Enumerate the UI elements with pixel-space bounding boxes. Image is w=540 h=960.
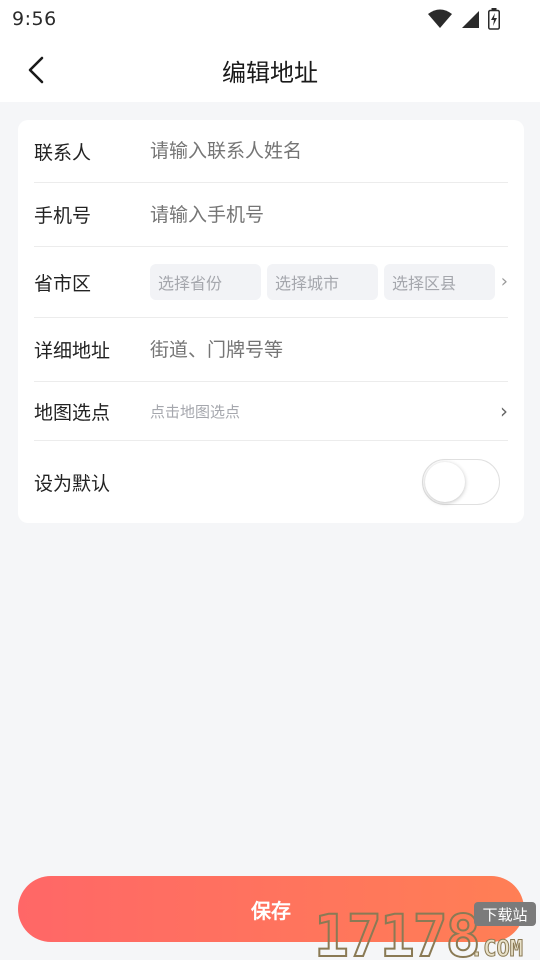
map-row[interactable]: 地图选点 点击地图选点 › [34, 382, 508, 441]
map-picker-placeholder[interactable]: 点击地图选点 [150, 401, 508, 422]
default-label: 设为默认 [34, 472, 111, 495]
address-form-card: 联系人 手机号 省市区 选择省份 选择城市 选择区县 › 详细地址 地图选点 点… [18, 120, 524, 523]
signal-icon [462, 11, 479, 28]
back-button[interactable] [18, 52, 54, 88]
watermark-domain: .COM [470, 937, 523, 960]
detail-row: 详细地址 [34, 318, 508, 382]
contact-row: 联系人 [34, 120, 508, 183]
detail-address-input[interactable] [150, 338, 508, 361]
phone-label: 手机号 [34, 205, 92, 227]
city-select[interactable]: 选择城市 [267, 264, 378, 300]
status-time: 9:56 [12, 8, 57, 30]
page-title: 编辑地址 [222, 58, 318, 87]
contact-name-input[interactable] [150, 140, 508, 162]
default-toggle[interactable] [422, 459, 500, 505]
chevron-left-icon [28, 56, 44, 84]
watermark-brand: 17178 [314, 902, 479, 960]
watermark-tag: 下载站 [482, 906, 527, 924]
chevron-right-icon: › [500, 271, 508, 292]
region-label: 省市区 [34, 272, 92, 295]
phone-row: 手机号 [34, 183, 508, 247]
chevron-right-icon: › [500, 399, 508, 423]
status-icons [428, 8, 500, 30]
map-label: 地图选点 [34, 401, 111, 424]
default-row: 设为默认 [34, 441, 508, 523]
status-bar: 9:56 [0, 0, 540, 38]
region-selectors: 选择省份 选择城市 选择区县 [150, 264, 495, 300]
toggle-knob [425, 462, 465, 502]
battery-charging-icon [488, 8, 500, 30]
phone-input[interactable] [150, 203, 508, 226]
nav-bar: 编辑地址 [0, 38, 540, 102]
site-watermark-logo: 17178 .COM 下载站 [313, 901, 536, 960]
detail-label: 详细地址 [34, 340, 111, 362]
contact-label: 联系人 [34, 141, 92, 164]
district-select[interactable]: 选择区县 [384, 264, 495, 300]
wifi-icon [428, 9, 452, 28]
province-select[interactable]: 选择省份 [150, 264, 261, 300]
region-row: 省市区 选择省份 选择城市 选择区县 › [34, 247, 508, 318]
